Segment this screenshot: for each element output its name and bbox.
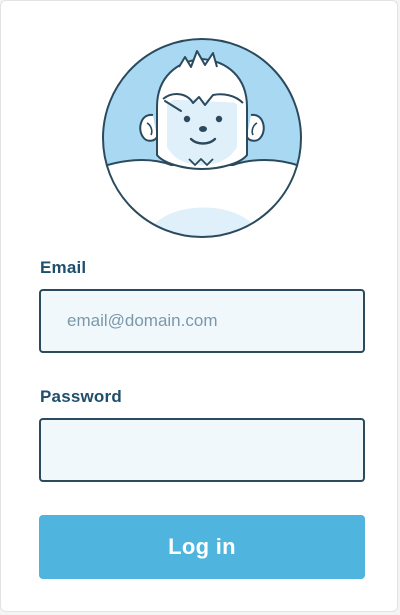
login-card: Email Password Log in	[0, 0, 398, 612]
password-label: Password	[40, 387, 122, 406]
yeti-avatar-icon	[101, 37, 303, 239]
login-button[interactable]: Log in	[39, 515, 365, 579]
password-input[interactable]	[39, 418, 365, 482]
email-input[interactable]	[39, 289, 365, 353]
email-label: Email	[40, 258, 87, 277]
